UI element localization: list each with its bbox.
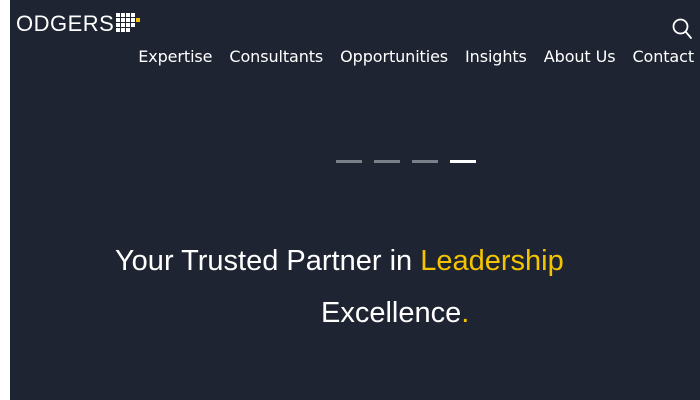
- nav-item-expertise[interactable]: Expertise: [138, 47, 212, 66]
- nav-item-contact[interactable]: Contact: [632, 47, 694, 66]
- main-nav: Expertise Consultants Opportunities Insi…: [138, 47, 694, 66]
- hero-headline: Your Trusted Partner in Leadership Excel…: [0, 235, 700, 339]
- slide-indicator-2[interactable]: [374, 160, 400, 163]
- headline-accent: Leadership: [420, 245, 564, 277]
- slide-indicator-1[interactable]: [336, 160, 362, 163]
- headline-text-part2: Excellence: [321, 297, 462, 329]
- slide-indicator-4-active[interactable]: [450, 160, 476, 163]
- nav-item-consultants[interactable]: Consultants: [229, 47, 323, 66]
- odgers-logo[interactable]: ODGERS: [16, 13, 142, 35]
- page-hero: ODGERS Expertise Consultants Opportuniti…: [10, 0, 700, 400]
- nav-item-insights[interactable]: Insights: [465, 47, 527, 66]
- nav-item-opportunities[interactable]: Opportunities: [340, 47, 448, 66]
- nav-item-about-us[interactable]: About Us: [544, 47, 616, 66]
- slider-indicators: [336, 160, 476, 163]
- slide-indicator-3[interactable]: [412, 160, 438, 163]
- search-icon[interactable]: [672, 18, 692, 40]
- headline-text-part1: Your Trusted Partner in: [115, 245, 421, 277]
- logo-text: ODGERS: [16, 11, 115, 36]
- logo-grid-icon: [116, 13, 141, 32]
- headline-period: .: [461, 297, 470, 329]
